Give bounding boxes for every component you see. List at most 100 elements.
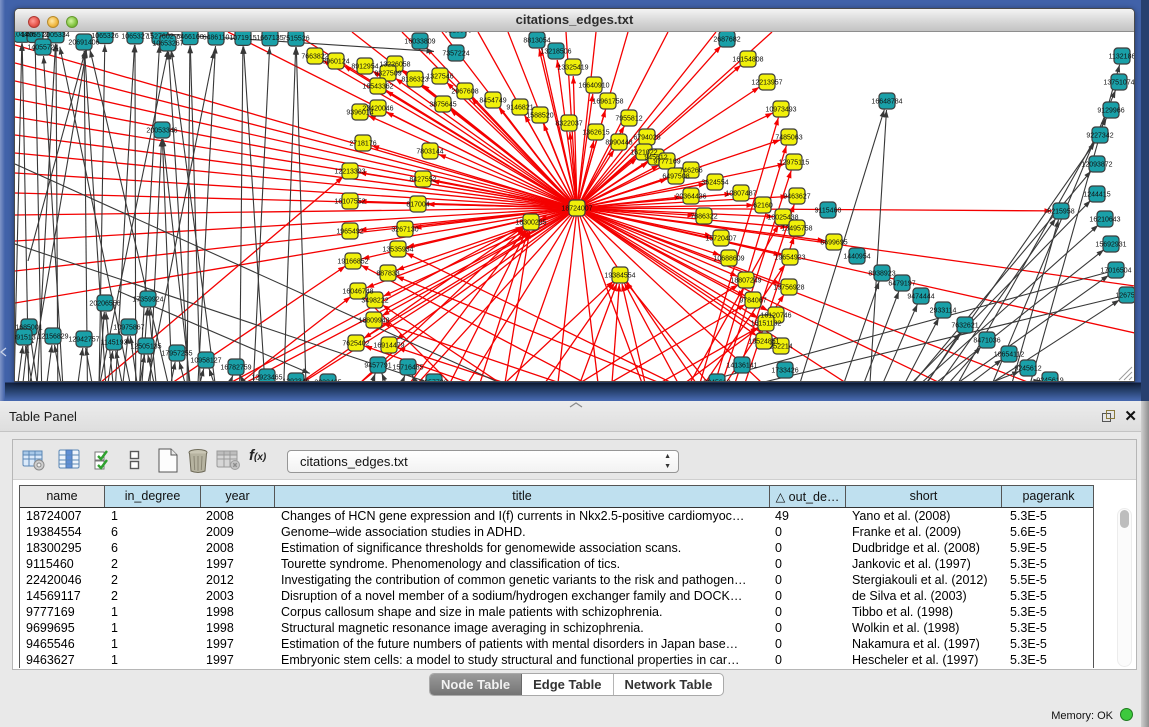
svg-text:13325419: 13325419 (557, 64, 588, 71)
svg-text:7625402: 7625402 (342, 340, 369, 347)
svg-text:16210643: 16210643 (1089, 216, 1120, 223)
svg-text:10653267: 10653267 (152, 40, 183, 47)
svg-text:16120746: 16120746 (760, 312, 791, 319)
svg-text:16648784: 16648784 (871, 98, 902, 105)
svg-text:13218506: 13218506 (540, 48, 571, 55)
svg-text:1588520: 1588520 (526, 112, 553, 119)
svg-text:12505135: 12505135 (130, 343, 161, 350)
svg-text:3624554: 3624554 (701, 179, 728, 186)
svg-text:10958127: 10958127 (190, 357, 221, 364)
svg-text:2687682: 2687682 (713, 36, 740, 43)
svg-text:9463627: 9463627 (783, 193, 810, 200)
svg-text:1065327: 1065327 (121, 33, 148, 40)
svg-text:16809948: 16809948 (358, 317, 389, 324)
svg-text:6497508: 6497508 (662, 173, 689, 180)
svg-text:9457791: 9457791 (364, 362, 391, 369)
svg-text:1145193: 1145193 (101, 339, 128, 346)
svg-text:10975867: 10975867 (113, 324, 144, 331)
svg-text:16046748: 16046748 (342, 288, 373, 295)
svg-text:20691406: 20691406 (68, 39, 99, 46)
svg-text:12942757: 12942757 (68, 336, 99, 343)
svg-text:3267130: 3267130 (391, 226, 418, 233)
svg-text:9784067: 9784067 (739, 297, 766, 304)
svg-text:9146821: 9146821 (506, 104, 533, 111)
svg-text:16107552: 16107552 (334, 198, 365, 205)
svg-text:10688609: 10688609 (713, 255, 744, 262)
svg-text:9327509: 9327509 (374, 70, 401, 77)
svg-text:2933114: 2933114 (930, 307, 957, 314)
svg-text:8699695: 8699695 (820, 239, 847, 246)
svg-text:15720407: 15720407 (705, 235, 736, 242)
svg-text:14136141: 14136141 (726, 362, 757, 369)
svg-text:2718176: 2718176 (349, 140, 376, 147)
svg-text:10654112: 10654112 (994, 351, 1025, 358)
svg-text:9227342: 9227342 (1086, 132, 1113, 139)
svg-text:1965492: 1965492 (336, 228, 363, 235)
svg-text:126753: 126753 (1115, 292, 1135, 299)
svg-text:887833: 887833 (376, 270, 399, 277)
svg-text:13226058: 13226058 (379, 61, 410, 68)
svg-text:62160: 62160 (753, 202, 773, 209)
svg-text:12213393: 12213393 (334, 168, 365, 175)
svg-text:15692931: 15692931 (1095, 241, 1126, 248)
svg-text:13535934: 13535934 (382, 246, 413, 253)
svg-text:19166852: 19166852 (337, 258, 368, 265)
svg-text:7955812: 7955812 (615, 115, 642, 122)
svg-text:18807249: 18807249 (730, 277, 761, 284)
svg-text:10807487: 10807487 (725, 190, 756, 197)
svg-text:12975115: 12975115 (779, 159, 810, 166)
svg-text:9129966: 9129966 (1097, 107, 1124, 114)
svg-text:8427552: 8427552 (409, 176, 436, 183)
svg-text:6486110: 6486110 (203, 34, 230, 41)
svg-text:1327546: 1327546 (426, 73, 453, 80)
svg-text:391513: 391513 (15, 334, 36, 341)
svg-text:20053346: 20053346 (146, 127, 177, 134)
svg-text:17016504: 17016504 (1100, 267, 1131, 274)
svg-text:9396014: 9396014 (346, 109, 373, 116)
svg-text:16033809: 16033809 (404, 38, 435, 45)
svg-text:252214: 252214 (769, 343, 792, 350)
svg-text:9777169: 9777169 (653, 158, 680, 165)
svg-text:8215958: 8215958 (1047, 208, 1074, 215)
svg-text:16640910: 16640910 (578, 82, 609, 89)
svg-text:12156829: 12156829 (37, 333, 68, 340)
svg-text:9245613: 9245613 (703, 379, 730, 382)
svg-text:7632621: 7632621 (951, 322, 978, 329)
svg-text:8186323: 8186323 (401, 76, 428, 83)
svg-text:2233465: 2233465 (314, 379, 341, 382)
svg-text:12923465: 12923465 (251, 374, 282, 381)
svg-text:3875645: 3875645 (429, 101, 456, 108)
svg-text:9245619: 9245619 (1036, 377, 1063, 382)
svg-text:1667135: 1667135 (256, 35, 283, 42)
svg-text:10025438: 10025438 (767, 214, 798, 221)
svg-text:9474444: 9474444 (907, 293, 934, 300)
svg-text:18724007: 18724007 (561, 205, 592, 212)
svg-text:1071915: 1071915 (229, 35, 256, 42)
svg-text:7803144: 7803144 (416, 148, 443, 155)
svg-text:19384554: 19384554 (604, 272, 635, 279)
svg-text:8990448: 8990448 (605, 139, 632, 146)
svg-text:1362615: 1362615 (582, 129, 609, 136)
svg-text:6479197: 6479197 (888, 280, 915, 287)
svg-text:19654923: 19654923 (774, 254, 805, 261)
svg-text:1132186: 1132186 (1109, 53, 1135, 60)
svg-text:16914479: 16914479 (373, 342, 404, 349)
svg-text:16961758: 16961758 (592, 98, 623, 105)
svg-text:1440954: 1440954 (843, 253, 870, 260)
svg-text:8471036: 8471036 (973, 337, 1000, 344)
svg-text:7357224: 7357224 (442, 50, 469, 57)
svg-text:7485063: 7485063 (775, 134, 802, 141)
svg-text:16543362: 16543362 (362, 83, 393, 90)
svg-text:9245612: 9245612 (1014, 365, 1041, 372)
svg-text:9657792: 9657792 (420, 379, 447, 382)
svg-text:2005334: 2005334 (42, 32, 69, 39)
svg-text:16154808: 16154808 (732, 56, 763, 63)
svg-text:9115460: 9115460 (815, 207, 842, 214)
svg-text:14055724: 14055724 (27, 44, 58, 51)
svg-text:19756928: 19756928 (773, 284, 804, 291)
svg-text:8813054: 8813054 (523, 37, 550, 44)
svg-text:1685001: 1685001 (15, 324, 42, 331)
svg-text:16151132: 16151132 (751, 320, 782, 327)
svg-text:13495758: 13495758 (781, 225, 812, 232)
svg-text:12093872: 12093872 (1081, 161, 1112, 168)
